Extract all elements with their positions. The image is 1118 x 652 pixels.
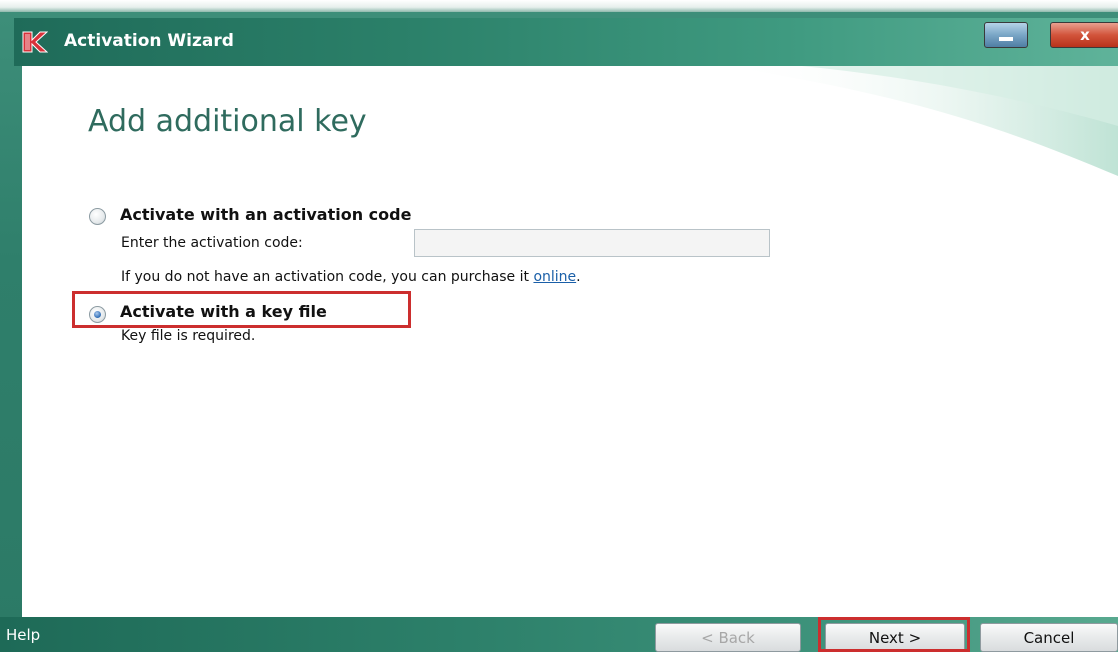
close-button[interactable]: x xyxy=(1050,22,1118,48)
wizard-content: Add additional key Activate with an acti… xyxy=(22,66,1118,617)
title-bar[interactable]: Activation Wizard x xyxy=(14,18,1118,66)
next-button-highlight-box xyxy=(818,617,970,652)
radio-activation-code[interactable] xyxy=(89,208,106,225)
button-bar: Help < Back Next > Cancel xyxy=(0,617,1118,652)
window-title: Activation Wizard xyxy=(64,31,234,51)
activation-code-field-label: Enter the activation code: xyxy=(121,235,303,251)
activation-code-option-label[interactable]: Activate with an activation code xyxy=(120,205,411,224)
key-file-note: Key file is required. xyxy=(121,328,256,344)
cancel-button[interactable]: Cancel xyxy=(980,623,1118,652)
help-link[interactable]: Help xyxy=(6,626,40,644)
back-button[interactable]: < Back xyxy=(655,623,801,652)
key-file-highlight-box xyxy=(72,291,411,328)
close-icon: x xyxy=(1080,26,1090,44)
window-frame: Activation Wizard x Add additional key A… xyxy=(0,0,1118,652)
purchase-hint: If you do not have an activation code, y… xyxy=(121,269,581,285)
purchase-hint-end: . xyxy=(576,269,581,285)
window-top-edge xyxy=(0,0,1118,12)
activation-code-input[interactable] xyxy=(414,229,770,257)
online-link[interactable]: online xyxy=(533,269,576,285)
page-title: Add additional key xyxy=(88,104,367,139)
kaspersky-logo-icon xyxy=(22,31,48,53)
minimize-button[interactable] xyxy=(984,22,1028,48)
minimize-icon xyxy=(999,37,1013,41)
purchase-hint-text: If you do not have an activation code, y… xyxy=(121,269,534,285)
